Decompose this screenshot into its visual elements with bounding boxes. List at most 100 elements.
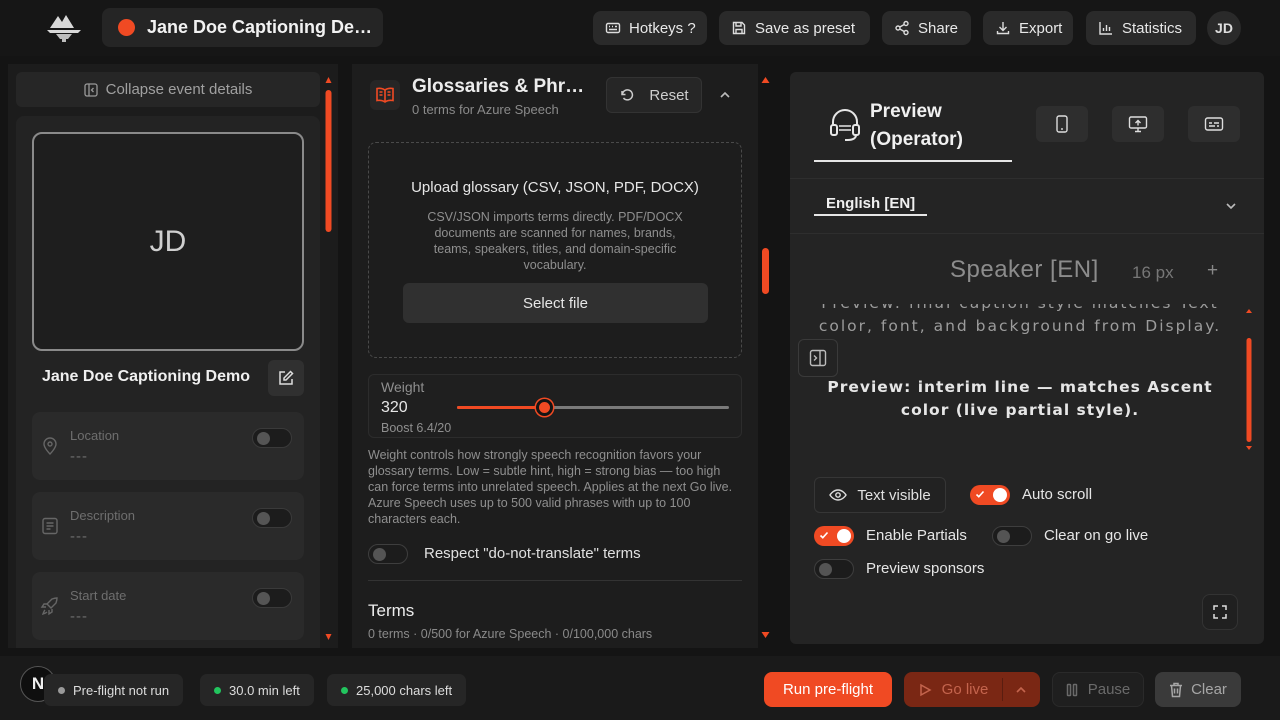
monitor-view-button[interactable] <box>1112 106 1164 142</box>
status-dot <box>214 686 221 694</box>
start-date-field[interactable]: Start date --- <box>32 572 304 640</box>
weight-slider-fill <box>457 406 545 409</box>
terms-title: Terms <box>368 601 415 620</box>
tab-language-english[interactable]: English [EN] <box>814 195 928 216</box>
event-name: Jane Doe Captioning Demo <box>41 368 251 385</box>
pause-label: Pause <box>1087 681 1131 698</box>
enable-partials-toggle[interactable] <box>814 526 854 546</box>
glossary-title: Glossaries & Phrases <box>412 76 594 97</box>
toggle-side-panel-button[interactable] <box>798 339 838 377</box>
captions-view-button[interactable] <box>1188 106 1240 142</box>
rocket-icon <box>40 596 60 616</box>
preview-tab-label: Preview (Operator) <box>870 101 963 150</box>
chars-left-label: 25,000 chars left <box>356 682 453 698</box>
eye-icon <box>829 488 848 502</box>
weight-label: Weight <box>381 379 425 395</box>
upload-title: Upload glossary (CSV, JSON, PDF, DOCX) <box>411 179 699 196</box>
bar-chart-icon <box>1098 20 1114 36</box>
increase-font-button[interactable]: + <box>1207 260 1218 282</box>
location-field[interactable]: Location --- <box>32 412 304 480</box>
clear-on-go-live-toggle[interactable] <box>992 526 1032 546</box>
share-icon <box>894 20 910 36</box>
collapse-event-details-button[interactable]: Collapse event details <box>16 72 320 107</box>
headset-icon <box>828 106 862 142</box>
description-label: Description <box>70 508 136 523</box>
hotkeys-label: Hotkeys ? <box>629 19 696 37</box>
upload-dropzone[interactable]: Upload glossary (CSV, JSON, PDF, DOCX) C… <box>368 142 742 358</box>
book-icon <box>370 80 400 110</box>
auto-scroll-toggle[interactable] <box>970 485 1010 505</box>
left-panel-scrollbar[interactable] <box>325 76 332 642</box>
language-tabs: English [EN] <box>790 178 1264 234</box>
preview-panel: Preview (Operator) English [EN] Speaker … <box>790 72 1264 644</box>
user-avatar[interactable]: JD <box>1207 11 1241 45</box>
event-avatar[interactable]: JD <box>32 132 304 351</box>
preview-sponsors-toggle[interactable] <box>814 559 854 579</box>
top-header: Jane Doe Captioning Demo Hotkeys ? Save … <box>0 0 1280 56</box>
glossary-scrollbar[interactable] <box>761 76 770 642</box>
text-visible-button[interactable]: Text visible <box>814 477 946 513</box>
preflight-status: Pre-flight not run <box>44 674 184 706</box>
edit-event-button[interactable] <box>268 360 304 396</box>
chevron-down-icon[interactable] <box>1224 199 1238 213</box>
start-date-toggle[interactable] <box>252 588 292 608</box>
select-file-button[interactable]: Select file <box>403 283 708 323</box>
font-size-value: 16 px <box>1132 263 1174 282</box>
fullscreen-button[interactable] <box>1202 594 1238 630</box>
weight-slider-thumb[interactable] <box>536 399 554 416</box>
collapse-panel-icon <box>83 82 98 97</box>
description-value: --- <box>70 528 88 545</box>
download-icon <box>995 20 1011 36</box>
weight-slider[interactable] <box>457 399 729 416</box>
play-icon <box>918 683 932 697</box>
statistics-button[interactable]: Statistics <box>1086 11 1196 45</box>
document-icon <box>40 516 60 536</box>
clear-button[interactable]: Clear <box>1155 672 1241 707</box>
description-toggle[interactable] <box>252 508 292 528</box>
export-button[interactable]: Export <box>983 11 1073 45</box>
event-details-panel: Collapse event details JD Jane Doe Capti… <box>8 64 338 648</box>
location-pin-icon <box>40 436 60 456</box>
weight-value: 320 <box>381 399 408 416</box>
tab-preview-operator[interactable]: Preview (Operator) <box>814 96 1012 162</box>
go-live-button[interactable]: Go live <box>904 672 1002 707</box>
save-preset-button[interactable]: Save as preset <box>719 11 870 45</box>
event-card: JD Jane Doe Captioning Demo Location ---… <box>16 116 320 648</box>
preview-scrollbar[interactable] <box>1244 304 1254 452</box>
go-live-button-group: Go live <box>904 672 1040 707</box>
location-toggle[interactable] <box>252 428 292 448</box>
preview-sponsors-label: Preview sponsors <box>866 560 985 577</box>
reset-button[interactable]: Reset <box>606 77 702 113</box>
save-preset-label: Save as preset <box>755 19 856 37</box>
clear-on-go-live-label: Clear on go live <box>1044 527 1149 544</box>
export-label: Export <box>1019 19 1063 37</box>
run-preflight-button[interactable]: Run pre-flight <box>764 672 892 707</box>
preflight-status-label: Pre-flight not run <box>73 682 170 698</box>
terms-subtitle: 0 terms · 0/500 for Azure Speech · 0/100… <box>368 627 653 641</box>
go-live-label: Go live <box>941 681 989 698</box>
glossary-panel: Glossaries & Phrases 0 terms for Azure S… <box>352 64 758 648</box>
clear-label: Clear <box>1191 681 1227 698</box>
statistics-label: Statistics <box>1122 19 1183 37</box>
split-divider <box>1002 678 1003 701</box>
auto-scroll-label: Auto scroll <box>1022 486 1093 503</box>
hotkeys-button[interactable]: Hotkeys ? <box>593 11 707 45</box>
speaker-label: Speaker [EN] <box>950 256 1099 283</box>
interim-caption-preview: Preview: interim line — matches Ascent c… <box>827 378 1213 419</box>
share-button[interactable]: Share <box>882 11 971 45</box>
weight-control: Weight 320 Boost 6.4/20 <box>368 374 742 438</box>
start-date-value: --- <box>70 608 88 625</box>
app-logo[interactable] <box>44 12 84 42</box>
share-label: Share <box>918 19 959 37</box>
pause-icon <box>1066 683 1078 697</box>
status-dot <box>58 686 65 694</box>
event-title-pill[interactable]: Jane Doe Captioning Demo <box>102 8 383 47</box>
description-field[interactable]: Description --- <box>32 492 304 560</box>
go-live-options-chevron-icon[interactable] <box>1014 684 1028 696</box>
pause-button[interactable]: Pause <box>1052 672 1144 707</box>
minutes-left-status: 30.0 min left <box>200 674 314 706</box>
chevron-up-icon[interactable] <box>718 88 732 102</box>
event-title: Jane Doe Captioning Demo <box>147 17 373 37</box>
respect-dnt-toggle[interactable] <box>368 544 408 564</box>
tablet-view-button[interactable] <box>1036 106 1088 142</box>
